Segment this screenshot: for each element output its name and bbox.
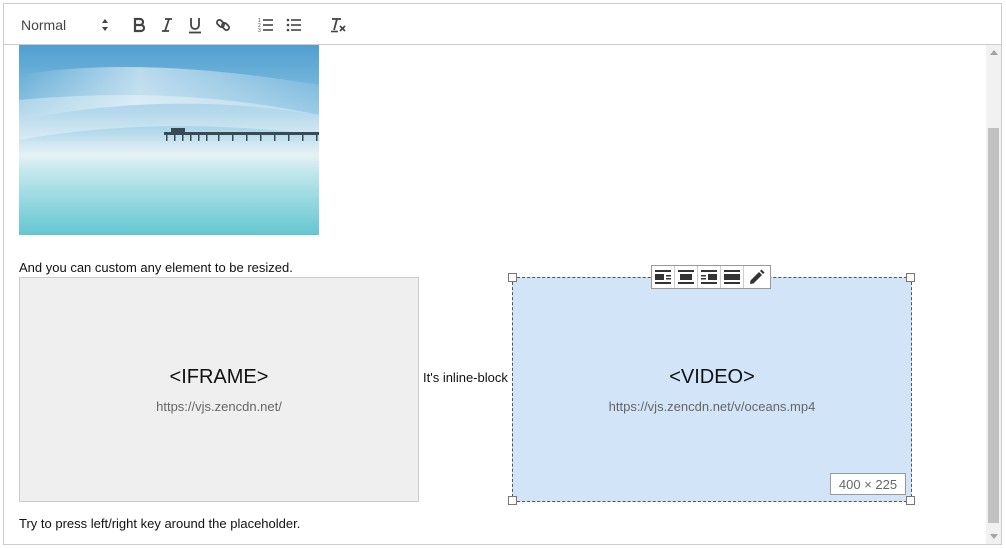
full-width-icon — [724, 270, 740, 284]
inline-block-text: It's inline-block — [423, 370, 508, 385]
bullet-list-icon — [286, 18, 301, 32]
select-arrows-icon — [102, 19, 108, 31]
video-placeholder-url: https://vjs.zencdn.net/v/oceans.mp4 — [608, 398, 816, 414]
svg-text:3: 3 — [258, 28, 261, 33]
editor-content[interactable]: And you can custom any element to be res… — [4, 45, 987, 545]
bold-button[interactable] — [128, 15, 150, 35]
resize-handle-bottom-left[interactable] — [508, 496, 517, 505]
align-left-button[interactable] — [652, 266, 675, 288]
video-placeholder-title: <VIDEO> — [669, 365, 755, 388]
seascape-pier-image[interactable] — [19, 45, 319, 235]
format-select-value: Normal — [21, 17, 67, 33]
bold-icon — [133, 17, 146, 33]
align-center-button[interactable] — [675, 266, 698, 288]
resize-handle-top-left[interactable] — [508, 273, 517, 282]
video-placeholder[interactable]: <VIDEO> https://vjs.zencdn.net/v/oceans.… — [512, 277, 912, 502]
bullet-list-button[interactable] — [283, 15, 305, 35]
full-width-button[interactable] — [721, 266, 744, 288]
underline-button[interactable] — [184, 15, 206, 35]
edit-icon — [749, 269, 764, 284]
rich-text-editor: Normal 1 2 3 And you can custom any elem… — [3, 3, 1002, 545]
editor-toolbar: Normal 1 2 3 — [4, 4, 1001, 45]
align-left-icon — [655, 270, 671, 284]
scroll-down-arrow[interactable] — [986, 529, 1001, 544]
arrow-down-icon — [989, 534, 998, 539]
italic-icon — [162, 18, 172, 32]
clear-formatting-icon — [331, 18, 346, 33]
size-indicator: 400 × 225 — [830, 473, 906, 495]
align-center-icon — [678, 270, 694, 284]
clear-formatting-button[interactable] — [327, 15, 349, 35]
iframe-placeholder[interactable]: <IFRAME> https://vjs.zencdn.net/ — [19, 277, 419, 502]
resize-handle-top-right[interactable] — [906, 273, 915, 282]
format-select[interactable]: Normal — [18, 14, 110, 36]
paragraph-resize-info: And you can custom any element to be res… — [19, 260, 293, 275]
align-right-icon — [701, 270, 717, 284]
image-align-toolbar — [651, 265, 771, 289]
scrollbar-thumb[interactable] — [988, 128, 999, 523]
link-button[interactable] — [212, 15, 234, 35]
italic-button[interactable] — [156, 15, 178, 35]
edit-button[interactable] — [744, 266, 767, 288]
resize-handle-bottom-right[interactable] — [906, 496, 915, 505]
vertical-scrollbar[interactable] — [986, 45, 1001, 544]
ordered-list-button[interactable]: 1 2 3 — [255, 15, 277, 35]
scroll-up-arrow[interactable] — [986, 45, 1001, 60]
iframe-placeholder-url: https://vjs.zencdn.net/ — [156, 398, 282, 414]
paragraph-key-hint: Try to press left/right key around the p… — [19, 516, 301, 531]
align-right-button[interactable] — [698, 266, 721, 288]
underline-icon — [189, 17, 201, 33]
ordered-list-icon: 1 2 3 — [258, 18, 273, 33]
iframe-placeholder-title: <IFRAME> — [169, 365, 269, 388]
link-icon — [216, 19, 230, 31]
arrow-up-icon — [989, 50, 998, 55]
